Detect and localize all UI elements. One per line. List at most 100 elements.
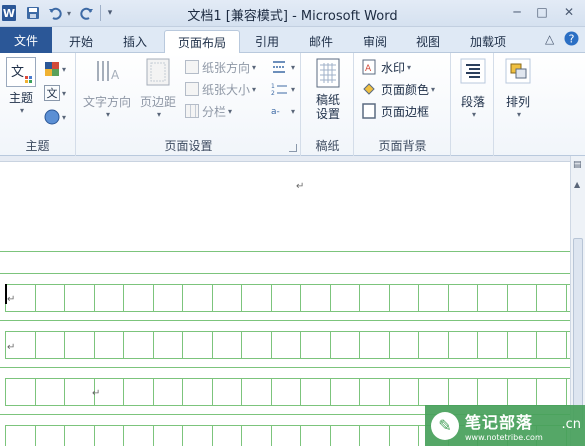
columns-button[interactable]: 分栏 ▾ <box>185 101 232 121</box>
theme-fonts-icon: 文 <box>44 85 60 101</box>
word-logo-icon: W <box>2 5 16 21</box>
title-bar: W ▾ ▾ 文档1 [兼容模式] - Microsoft Word ─ □ ✕ <box>0 0 585 27</box>
themes-icon: 文 <box>6 57 36 87</box>
manuscript-grid-cell <box>6 379 567 405</box>
watermark-icon: A <box>362 59 376 75</box>
tab-view[interactable]: 视图 <box>405 30 451 53</box>
watermark-button[interactable]: A 水印 ▾ <box>361 57 411 77</box>
save-icon[interactable] <box>24 4 42 22</box>
group-themes: 文 主题 ▾ ▾ 文 ▾ ▾ 主题 <box>0 53 76 156</box>
arrange-button[interactable]: 排列 ▾ <box>501 57 535 119</box>
ribbon-page-layout: 文 主题 ▾ ▾ 文 ▾ ▾ 主题 A 文字方向 ▾ 页边距 ▾ 纸张方向 ▾ … <box>0 53 585 156</box>
theme-colors-icon <box>45 62 59 76</box>
theme-effects-icon <box>44 109 60 125</box>
arrange-label: 排列 <box>505 95 530 109</box>
hyphenation-icon: a- <box>271 107 280 117</box>
manuscript-grid-cell <box>6 285 567 311</box>
scroll-thumb[interactable] <box>573 238 583 428</box>
manuscript-label-line1: 稿纸 <box>315 93 340 107</box>
margin-line <box>0 251 570 252</box>
qat-separator <box>100 5 101 21</box>
breaks-button[interactable]: ▾ <box>271 57 295 77</box>
redo-icon[interactable] <box>78 4 96 22</box>
tab-mailings[interactable]: 邮件 <box>298 30 344 53</box>
svg-text:文: 文 <box>11 65 24 80</box>
manuscript-grid-row <box>5 331 570 359</box>
page-border-icon <box>362 103 376 119</box>
orientation-label: 纸张方向 <box>202 60 251 75</box>
manuscript-grid-row <box>5 378 570 406</box>
theme-colors-button[interactable]: ▾ <box>44 59 66 79</box>
page-color-icon <box>363 83 375 95</box>
columns-label: 分栏 <box>202 104 227 119</box>
page-border-button[interactable]: 页面边框 <box>361 101 429 121</box>
tab-file[interactable]: 文件 <box>0 27 52 53</box>
paragraph-mark: ↵ <box>296 181 305 192</box>
watermark-label: 水印 <box>381 60 406 75</box>
hyphenation-button[interactable]: a- ▾ <box>271 101 295 121</box>
margins-button[interactable]: 页边距 ▾ <box>137 57 179 119</box>
theme-fonts-button[interactable]: 文 ▾ <box>44 83 66 103</box>
paragraph-mark: ↵ <box>7 342 16 353</box>
customize-qat-icon[interactable]: ▾ <box>104 4 116 22</box>
minimize-button[interactable]: ─ <box>506 3 528 21</box>
page-border-label: 页面边框 <box>381 104 430 119</box>
ribbon-collapse-icon[interactable]: △ <box>545 32 554 46</box>
tab-references[interactable]: 引用 <box>246 30 288 53</box>
theme-effects-button[interactable]: ▾ <box>44 107 66 127</box>
group-manuscript: 稿纸 设置 稿纸 <box>302 53 354 156</box>
row-separator-line <box>0 320 570 321</box>
undo-dropdown-icon[interactable]: ▾ <box>64 4 74 22</box>
line-numbers-button[interactable]: 1 2 ▾ <box>271 79 295 99</box>
orientation-button[interactable]: 纸张方向 ▾ <box>185 57 256 77</box>
paper-size-icon <box>185 82 199 96</box>
line-numbers-icon: 12 <box>271 83 287 97</box>
page-color-button[interactable]: 页面颜色 ▾ <box>361 79 435 99</box>
paragraph-icon <box>460 58 486 84</box>
group-label-themes: 主题 <box>25 139 50 153</box>
text-direction-label: 文字方向 <box>82 95 131 109</box>
orientation-icon <box>185 60 199 74</box>
margins-label: 页边距 <box>139 95 176 109</box>
close-button[interactable]: ✕ <box>558 3 580 21</box>
themes-button[interactable]: 文 主题 ▾ <box>4 57 38 115</box>
vertical-scrollbar[interactable]: ▤ ▲ <box>570 156 585 446</box>
tab-home[interactable]: 开始 <box>58 30 104 53</box>
watermark-suffix: .cn <box>561 417 581 432</box>
svg-text:2: 2 <box>271 90 275 97</box>
watermark-brand: 笔记部落 <box>465 413 534 432</box>
text-direction-icon: A <box>97 61 120 82</box>
breaks-icon <box>273 61 285 73</box>
pencil-logo-icon: ✎ <box>431 411 459 440</box>
tab-review[interactable]: 审阅 <box>352 30 398 53</box>
margins-icon <box>146 58 170 86</box>
group-label-page-setup: 页面设置 <box>164 139 213 153</box>
manuscript-grid-row <box>5 284 570 312</box>
svg-text:a-: a- <box>271 107 280 117</box>
undo-icon[interactable] <box>46 4 64 22</box>
manuscript-grid-cell <box>6 332 567 358</box>
page-color-label: 页面颜色 <box>381 82 430 97</box>
text-direction-button[interactable]: A 文字方向 ▾ <box>81 57 133 119</box>
help-icon[interactable]: ? <box>564 31 579 49</box>
maximize-button[interactable]: □ <box>531 3 553 21</box>
paragraph-button[interactable]: 段落 ▾ <box>456 57 490 119</box>
paragraph-label: 段落 <box>460 95 485 109</box>
site-watermark: ✎ 笔记部落 www.notetribe.com .cn <box>425 405 585 446</box>
group-label-page-background: 页面背景 <box>378 139 427 153</box>
tab-page-layout[interactable]: 页面布局 <box>164 30 240 54</box>
margin-line <box>0 273 570 274</box>
manuscript-settings-button[interactable]: 稿纸 设置 <box>310 57 346 121</box>
svg-text:1: 1 <box>271 83 275 90</box>
group-arrange: 排列 ▾ <box>495 53 541 156</box>
view-ruler-icon[interactable]: ▤ <box>573 160 582 170</box>
page-setup-dialog-launcher-icon[interactable] <box>289 144 297 152</box>
group-page-background: A 水印 ▾ 页面颜色 ▾ 页面边框 页面背景 <box>355 53 451 156</box>
themes-label: 主题 <box>8 91 33 105</box>
tab-addins[interactable]: 加载项 <box>462 30 514 53</box>
tab-insert[interactable]: 插入 <box>112 30 158 53</box>
columns-icon <box>185 104 199 118</box>
scroll-up-icon[interactable]: ▲ <box>574 180 580 189</box>
manuscript-label-line2: 设置 <box>315 107 340 121</box>
paper-size-button[interactable]: 纸张大小 ▾ <box>185 79 256 99</box>
